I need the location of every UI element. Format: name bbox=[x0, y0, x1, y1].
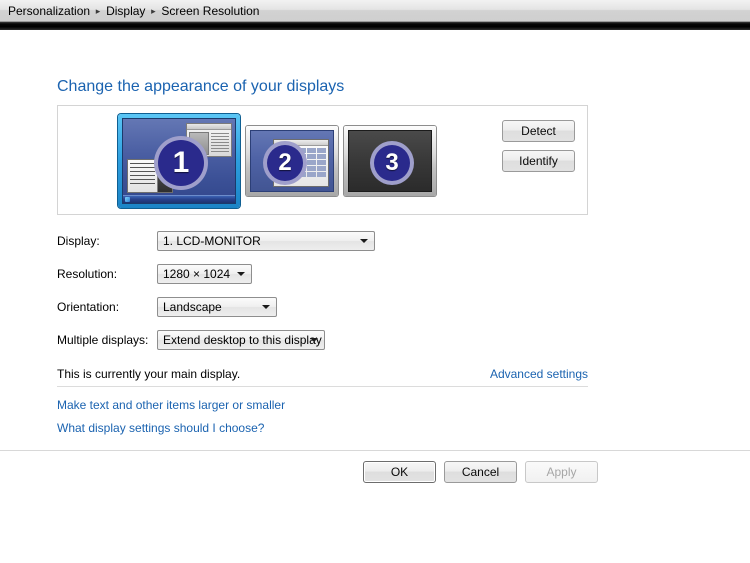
chevron-down-icon bbox=[310, 338, 318, 342]
status-text: This is currently your main display. bbox=[57, 367, 241, 381]
orientation-label: Orientation: bbox=[57, 300, 120, 314]
resolution-row: Resolution: 1280 × 1024 bbox=[57, 264, 252, 284]
display-row: Display: 1. LCD-MONITOR bbox=[57, 231, 375, 251]
monitor-1-tile[interactable]: 1 bbox=[118, 114, 240, 208]
monitor-2-number-badge: 2 bbox=[263, 141, 307, 185]
footer-actions: OK Cancel Apply bbox=[363, 461, 598, 483]
ok-button[interactable]: OK bbox=[363, 461, 436, 483]
breadcrumb-item-personalization[interactable]: Personalization bbox=[6, 4, 92, 18]
apply-button: Apply bbox=[525, 461, 598, 483]
make-text-larger-link[interactable]: Make text and other items larger or smal… bbox=[57, 398, 285, 412]
display-select[interactable]: 1. LCD-MONITOR bbox=[157, 231, 375, 251]
breadcrumb-item-screen-resolution[interactable]: Screen Resolution bbox=[159, 4, 261, 18]
display-preview-panel: 1 2 3 Detect Identify bbox=[57, 105, 588, 215]
screen-resolution-page: Change the appearance of your displays 1… bbox=[0, 30, 750, 563]
display-select-value: 1. LCD-MONITOR bbox=[163, 234, 261, 248]
monitor-3-tile[interactable]: 3 bbox=[344, 126, 436, 196]
chevron-down-icon bbox=[262, 305, 270, 309]
main-display-status: This is currently your main display. Adv… bbox=[57, 367, 588, 381]
window-edge-shadow bbox=[0, 22, 750, 30]
orientation-select-value: Landscape bbox=[163, 300, 222, 314]
make-text-larger-row: Make text and other items larger or smal… bbox=[57, 398, 285, 412]
resolution-select[interactable]: 1280 × 1024 bbox=[157, 264, 252, 284]
multiple-displays-label: Multiple displays: bbox=[57, 333, 149, 347]
monitor-3-screen: 3 bbox=[348, 130, 432, 192]
what-display-settings-link[interactable]: What display settings should I choose? bbox=[57, 421, 264, 435]
chevron-down-icon bbox=[360, 239, 368, 243]
multiple-displays-row: Multiple displays: Extend desktop to thi… bbox=[57, 330, 325, 350]
page-title: Change the appearance of your displays bbox=[57, 78, 345, 95]
monitor-2-tile[interactable]: 2 bbox=[246, 126, 338, 196]
what-settings-row: What display settings should I choose? bbox=[57, 421, 264, 435]
resolution-label: Resolution: bbox=[57, 267, 118, 281]
monitor-2-screen: 2 bbox=[250, 130, 334, 192]
resolution-select-value: 1280 × 1024 bbox=[163, 267, 231, 281]
footer-divider bbox=[0, 450, 750, 451]
status-divider bbox=[57, 386, 588, 387]
identify-button[interactable]: Identify bbox=[502, 150, 575, 172]
detect-button[interactable]: Detect bbox=[502, 120, 575, 142]
breadcrumb-separator-icon: ▸ bbox=[95, 5, 101, 16]
advanced-settings-link[interactable]: Advanced settings bbox=[490, 367, 588, 381]
start-orb-icon bbox=[125, 197, 130, 202]
breadcrumb-item-display[interactable]: Display bbox=[104, 4, 147, 18]
breadcrumb-bar[interactable]: Personalization ▸ Display ▸ Screen Resol… bbox=[0, 0, 750, 22]
preview-actions: Detect Identify bbox=[502, 120, 575, 172]
breadcrumb-separator-icon: ▸ bbox=[151, 5, 156, 16]
chevron-down-icon bbox=[237, 272, 245, 276]
orientation-row: Orientation: Landscape bbox=[57, 297, 277, 317]
monitor-arrangement[interactable]: 1 2 3 bbox=[118, 114, 436, 208]
preview-taskbar bbox=[123, 195, 235, 203]
cancel-button[interactable]: Cancel bbox=[444, 461, 517, 483]
monitor-1-screen: 1 bbox=[122, 118, 236, 204]
monitor-3-number-badge: 3 bbox=[370, 141, 414, 185]
orientation-select[interactable]: Landscape bbox=[157, 297, 277, 317]
monitor-1-number-badge: 1 bbox=[154, 136, 208, 190]
display-label: Display: bbox=[57, 234, 100, 248]
multiple-displays-select-value: Extend desktop to this display bbox=[163, 333, 322, 347]
multiple-displays-select[interactable]: Extend desktop to this display bbox=[157, 330, 325, 350]
